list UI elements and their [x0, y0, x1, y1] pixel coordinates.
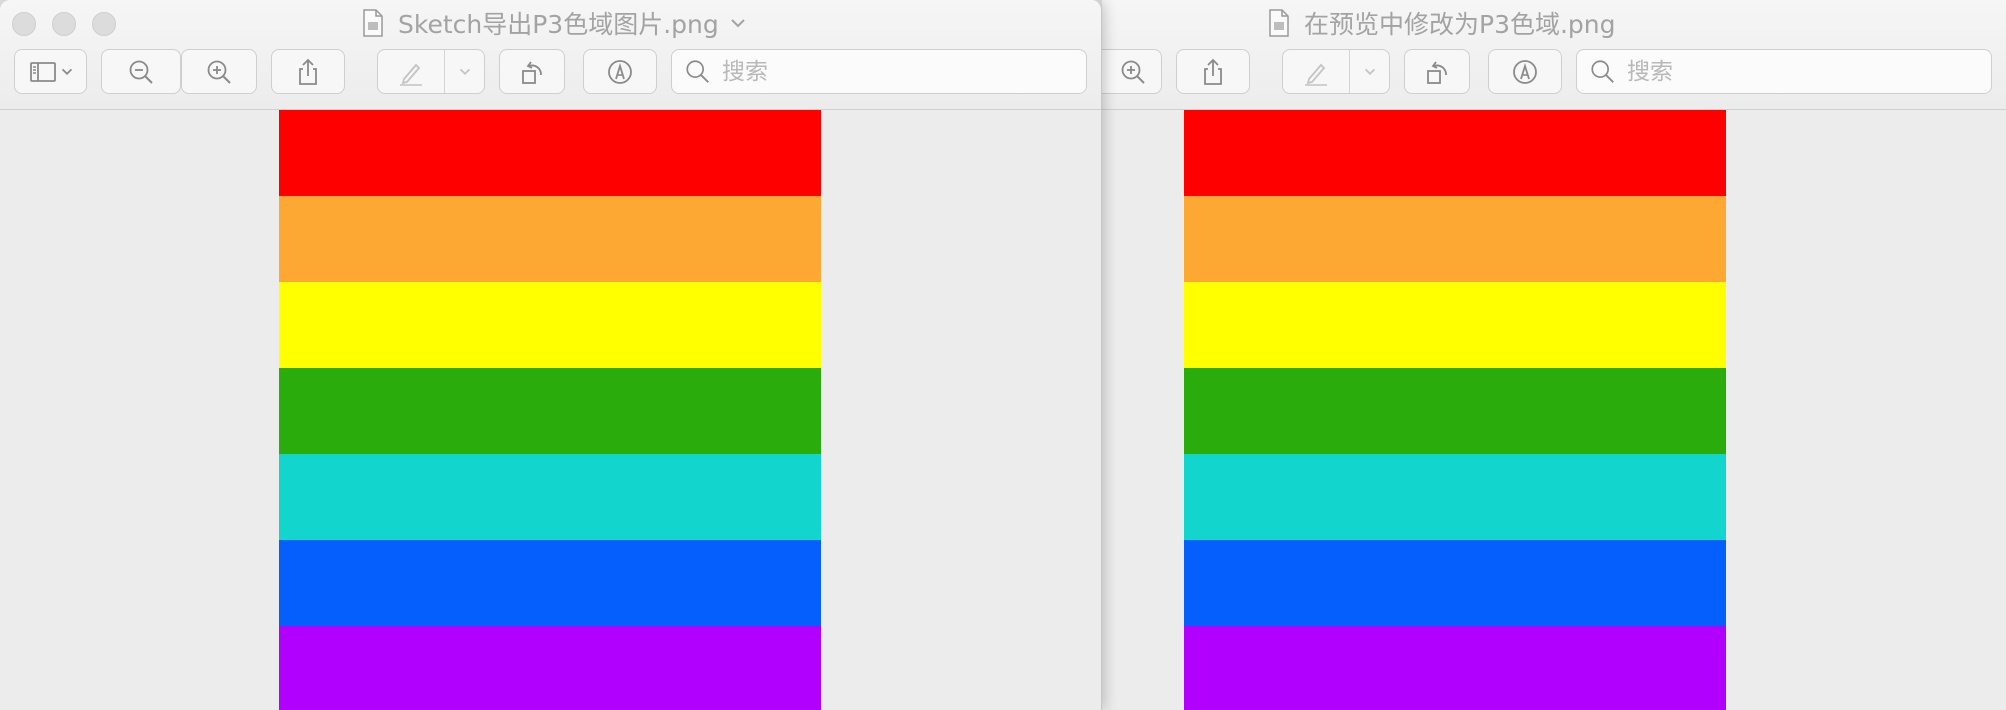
search-input[interactable]	[722, 58, 1082, 85]
zoom-out-icon	[129, 60, 153, 84]
markup-pen-icon	[400, 63, 422, 86]
document-icon	[1269, 9, 1289, 37]
preview-window-sketch-export: Sketch导出P3色域图片.png	[0, 0, 1102, 710]
share-icon	[299, 58, 317, 85]
markup-pen-icon	[1305, 63, 1327, 86]
zoom-out-button[interactable]	[101, 49, 181, 94]
share-button[interactable]	[271, 49, 345, 94]
chevron-down-icon	[1364, 68, 1375, 75]
window-title-text: 在预览中修改为P3色域.png	[1304, 10, 1616, 39]
search-input[interactable]	[1627, 58, 1987, 85]
rotate-icon	[1427, 60, 1447, 84]
rotate-icon	[522, 60, 542, 84]
close-window-button[interactable]	[12, 12, 36, 36]
zoom-in-button[interactable]	[181, 49, 257, 94]
title-toolbar: 在预览中修改为P3色域.png	[1102, 0, 2006, 110]
minimize-window-button[interactable]	[52, 12, 76, 36]
zoom-in-icon	[207, 60, 231, 84]
window-title[interactable]: 在预览中修改为P3色域.png	[1268, 7, 1616, 39]
search-icon	[686, 59, 709, 83]
search-field[interactable]	[671, 49, 1087, 94]
annotate-button[interactable]	[583, 49, 657, 94]
rainbow-image	[279, 110, 821, 710]
stripe-cyan	[279, 454, 821, 540]
stripe-blue	[1184, 540, 1726, 626]
stripe-purple	[279, 626, 821, 710]
window-title-text: Sketch导出P3色域图片.png	[398, 10, 719, 39]
zoom-in-button[interactable]	[1102, 49, 1162, 94]
rainbow-image	[1184, 110, 1726, 710]
chevron-down-icon	[61, 68, 72, 75]
document-icon	[363, 9, 383, 37]
stripe-yellow	[279, 282, 821, 368]
stripe-green	[279, 368, 821, 454]
stripe-orange	[1184, 196, 1726, 282]
document-view	[0, 110, 1101, 710]
annotate-icon	[608, 59, 632, 84]
document-view	[1102, 110, 2006, 710]
search-field[interactable]	[1576, 49, 1992, 94]
markup-button[interactable]	[1282, 49, 1390, 94]
stripe-yellow	[1184, 282, 1726, 368]
stripe-purple	[1184, 626, 1726, 710]
sidebar-icon	[29, 61, 56, 82]
zoom-window-button[interactable]	[92, 12, 116, 36]
share-button[interactable]	[1176, 49, 1250, 94]
zoom-in-icon	[1121, 60, 1145, 84]
annotate-icon	[1513, 59, 1537, 84]
markup-button[interactable]	[377, 49, 485, 94]
rotate-button[interactable]	[1404, 49, 1470, 94]
chevron-down-icon	[459, 68, 470, 75]
annotate-button[interactable]	[1488, 49, 1562, 94]
title-toolbar: Sketch导出P3色域图片.png	[0, 0, 1101, 110]
stripe-cyan	[1184, 454, 1726, 540]
sidebar-toggle-button[interactable]	[14, 49, 87, 94]
window-title[interactable]: Sketch导出P3色域图片.png	[362, 7, 747, 39]
preview-window-p3-modified: 在预览中修改为P3色域.png	[1102, 0, 2006, 710]
stripe-blue	[279, 540, 821, 626]
chevron-down-icon[interactable]	[729, 14, 747, 32]
stripe-red	[1184, 110, 1726, 196]
search-icon	[1591, 59, 1614, 83]
stripe-orange	[279, 196, 821, 282]
stripe-green	[1184, 368, 1726, 454]
rotate-button[interactable]	[499, 49, 565, 94]
stripe-red	[279, 110, 821, 196]
share-icon	[1204, 58, 1222, 85]
